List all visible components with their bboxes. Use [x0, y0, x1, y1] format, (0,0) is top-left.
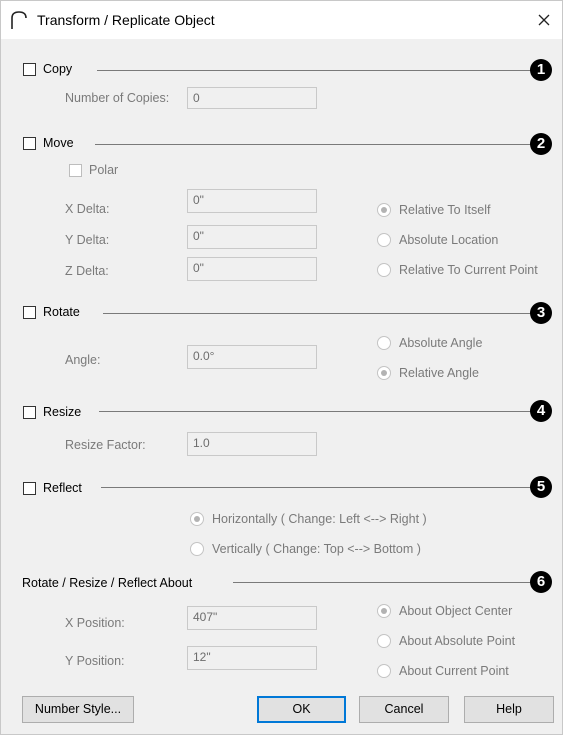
- ok-button[interactable]: OK: [257, 696, 346, 723]
- cancel-button[interactable]: Cancel: [359, 696, 449, 723]
- reflect-divider: [101, 487, 537, 488]
- horizontally-label: Horizontally ( Change: Left <--> Right ): [212, 512, 427, 526]
- absolute-location-label: Absolute Location: [399, 233, 499, 247]
- about-current-point-label: About Current Point: [399, 664, 509, 678]
- badge-4: 4: [530, 400, 552, 422]
- help-button[interactable]: Help: [464, 696, 554, 723]
- relative-to-itself-radio[interactable]: [377, 203, 391, 217]
- copy-label: Copy: [43, 62, 73, 76]
- z-delta-label: Z Delta:: [65, 264, 109, 278]
- resize-label: Resize: [43, 405, 82, 419]
- title-bar: Transform / Replicate Object: [1, 1, 562, 39]
- vertically-radio[interactable]: [190, 542, 204, 556]
- x-delta-field[interactable]: 0": [187, 189, 317, 213]
- y-position-label: Y Position:: [65, 654, 125, 668]
- reflect-label: Reflect: [43, 481, 82, 495]
- move-label: Move: [43, 136, 74, 150]
- move-divider: [95, 144, 537, 145]
- x-position-label: X Position:: [65, 616, 125, 630]
- about-object-center-radio[interactable]: [377, 604, 391, 618]
- x-position-field[interactable]: 407": [187, 606, 317, 630]
- angle-label: Angle:: [65, 353, 101, 367]
- absolute-angle-label: Absolute Angle: [399, 336, 483, 350]
- about-absolute-point-radio[interactable]: [377, 634, 391, 648]
- horizontally-radio[interactable]: [190, 512, 204, 526]
- rotate-label: Rotate: [43, 305, 80, 319]
- relative-angle-label: Relative Angle: [399, 366, 479, 380]
- rotate-divider: [103, 313, 537, 314]
- number-style-button[interactable]: Number Style...: [22, 696, 134, 723]
- relative-to-current-point-radio[interactable]: [377, 263, 391, 277]
- resize-factor-field[interactable]: 1.0: [187, 432, 317, 456]
- copy-checkbox[interactable]: [23, 63, 36, 76]
- badge-6: 6: [530, 571, 552, 593]
- window-title: Transform / Replicate Object: [37, 12, 215, 28]
- relative-to-current-point-label: Relative To Current Point: [399, 263, 538, 277]
- y-position-field[interactable]: 12": [187, 646, 317, 670]
- resize-factor-label: Resize Factor:: [65, 438, 146, 452]
- y-delta-field[interactable]: 0": [187, 225, 317, 249]
- resize-checkbox[interactable]: [23, 406, 36, 419]
- reflect-checkbox[interactable]: [23, 482, 36, 495]
- badge-3: 3: [530, 302, 552, 324]
- copy-divider: [97, 70, 537, 71]
- number-of-copies-field[interactable]: 0: [187, 87, 317, 109]
- relative-angle-radio[interactable]: [377, 366, 391, 380]
- polar-checkbox[interactable]: [69, 164, 82, 177]
- move-checkbox[interactable]: [23, 137, 36, 150]
- number-of-copies-label: Number of Copies:: [65, 91, 170, 105]
- polar-label: Polar: [89, 163, 119, 177]
- resize-divider: [99, 411, 537, 412]
- badge-5: 5: [530, 476, 552, 498]
- about-current-point-radio[interactable]: [377, 664, 391, 678]
- rotate-resize-reflect-about-label: Rotate / Resize / Reflect About: [22, 576, 193, 590]
- badge-2: 2: [530, 133, 552, 155]
- about-divider: [233, 582, 537, 583]
- y-delta-label: Y Delta:: [65, 233, 110, 247]
- relative-to-itself-label: Relative To Itself: [399, 203, 491, 217]
- x-delta-label: X Delta:: [65, 202, 110, 216]
- absolute-angle-radio[interactable]: [377, 336, 391, 350]
- z-delta-field[interactable]: 0": [187, 257, 317, 281]
- about-object-center-label: About Object Center: [399, 604, 513, 618]
- about-absolute-point-label: About Absolute Point: [399, 634, 516, 648]
- badge-1: 1: [530, 59, 552, 81]
- arch-app-icon: [11, 11, 27, 29]
- absolute-location-radio[interactable]: [377, 233, 391, 247]
- transform-replicate-dialog: Transform / Replicate Object Copy 1 Numb…: [0, 0, 563, 735]
- close-icon[interactable]: [530, 6, 558, 34]
- angle-field[interactable]: 0.0°: [187, 345, 317, 369]
- rotate-checkbox[interactable]: [23, 306, 36, 319]
- vertically-label: Vertically ( Change: Top <--> Bottom ): [212, 542, 421, 556]
